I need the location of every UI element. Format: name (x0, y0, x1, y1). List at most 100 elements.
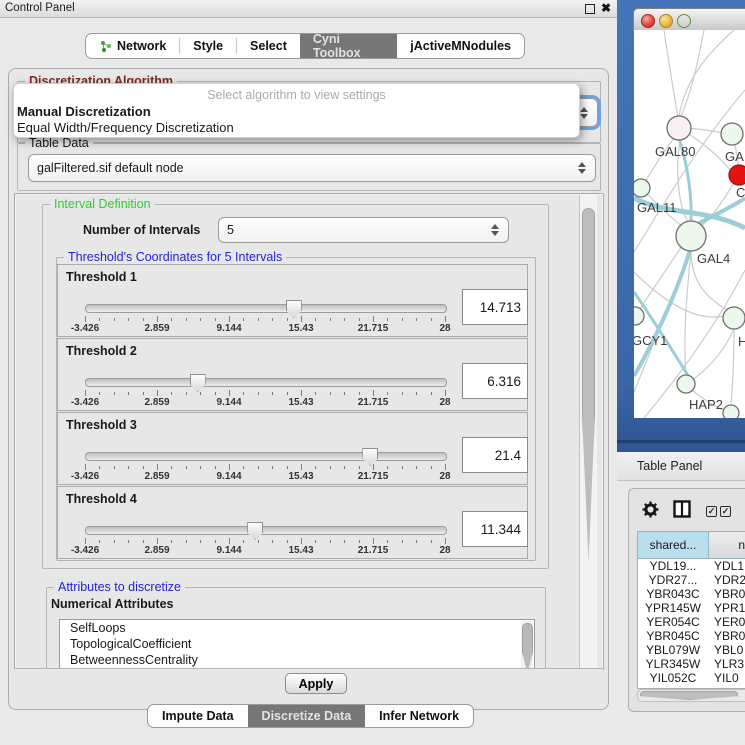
threshold-1-panel: Threshold 1 -3.4262.8599.14415.4321.7152… (57, 264, 528, 337)
apply-button[interactable]: Apply (285, 673, 347, 694)
gear-icon[interactable] (642, 501, 659, 518)
tab-jactivemnodules[interactable]: jActiveMNodules (397, 34, 524, 58)
list-item[interactable]: TopologicalCoefficient (60, 636, 534, 652)
interval-definition-group: Interval Definition Number of Intervals … (42, 204, 549, 569)
column-header-shared[interactable]: shared... (638, 532, 709, 558)
scrollbar-thumb[interactable] (582, 208, 595, 562)
number-of-intervals-select[interactable]: 5 (218, 217, 509, 243)
cell-shared-name[interactable]: YLR345W (638, 657, 708, 671)
split-columns-icon[interactable] (673, 500, 691, 518)
column-header-name[interactable]: n (709, 532, 745, 558)
slider-track (85, 526, 447, 535)
cell-shared-name[interactable]: YDR27... (638, 573, 708, 587)
control-panel-window: Control Panel ✖ Network Style Select Cyn… (0, 0, 617, 745)
table-toolbar: ✓ ✓ (629, 489, 745, 529)
svg-text:GAL80: GAL80 (655, 144, 695, 159)
close-icon[interactable]: ✖ (601, 1, 611, 15)
cell-name[interactable]: YPR1 (708, 601, 745, 615)
cell-shared-name[interactable]: YBL079W (638, 643, 708, 657)
cell-shared-name[interactable]: YBR043C (638, 587, 708, 601)
checkbox-icon[interactable]: ✓ (720, 506, 731, 517)
table-body: YDL19...YDL1YDR27...YDR2YBR043CYBR0YPR14… (638, 559, 745, 685)
tab-cyni-toolbox[interactable]: Cyni Toolbox (300, 34, 397, 58)
slider-tick-labels: -3.4262.8599.14415.4321.71528 (85, 323, 445, 334)
float-window-icon[interactable] (585, 4, 595, 14)
slider-tick-labels: -3.4262.8599.14415.4321.71528 (85, 397, 445, 408)
cell-name[interactable]: YDL1 (708, 559, 745, 573)
list-item[interactable]: BetweennessCentrality (60, 652, 534, 668)
threshold-3-slider[interactable]: -3.4262.8599.14415.4321.71528 (85, 447, 445, 481)
minimize-traffic-light-icon[interactable] (659, 14, 673, 28)
tab-style[interactable]: Style (180, 34, 236, 58)
cell-name[interactable]: YBL0 (708, 643, 745, 657)
threshold-4-panel: Threshold 4 -3.4262.8599.14415.4321.7152… (57, 486, 528, 559)
network-node-gal80[interactable] (667, 116, 691, 140)
cell-shared-name[interactable]: YDL19... (638, 559, 708, 573)
table-row[interactable]: YDL19...YDL1 (638, 559, 745, 573)
network-node-selected-red[interactable] (729, 165, 745, 185)
threshold-2-slider[interactable]: -3.4262.8599.14415.4321.71528 (85, 373, 445, 407)
desktop-divider (617, 440, 745, 443)
table-row[interactable]: YER054CYER0 (638, 615, 745, 629)
tab-impute-data[interactable]: Impute Data (148, 705, 248, 727)
network-window-titlebar[interactable] (633, 8, 745, 32)
cell-name[interactable]: YBR0 (708, 587, 745, 601)
network-node-gal11[interactable] (634, 179, 650, 197)
table-row[interactable]: YIL052CYIL0 (638, 671, 745, 685)
cell-name[interactable]: YIL0 (708, 671, 745, 685)
panel-scrollbar[interactable] (579, 195, 597, 668)
threshold-3-value[interactable]: 21.4 (462, 437, 528, 473)
network-node-gcy1[interactable] (634, 307, 644, 325)
table-row[interactable]: YPR145WYPR1 (638, 601, 745, 615)
cell-name[interactable]: YDR2 (708, 573, 745, 587)
network-node-ga[interactable] (721, 123, 743, 145)
slider-track (85, 304, 447, 313)
threshold-1-value[interactable]: 14.713 (462, 289, 528, 325)
cell-shared-name[interactable]: YPR145W (638, 601, 708, 615)
threshold-1-slider[interactable]: -3.4262.8599.14415.4321.71528 (85, 299, 445, 333)
cell-shared-name[interactable]: YIL052C (638, 671, 708, 685)
network-node-bottom[interactable] (723, 405, 739, 418)
checkbox-icon[interactable]: ✓ (706, 506, 717, 517)
numerical-attributes-list[interactable]: SelfLoops TopologicalCoefficient Between… (59, 619, 535, 670)
slider-ticks (85, 390, 445, 397)
tab-infer-network[interactable]: Infer Network (365, 705, 473, 727)
list-scrollbar[interactable] (521, 621, 533, 670)
tab-network[interactable]: Network (86, 34, 179, 58)
tab-discretize-data[interactable]: Discretize Data (248, 705, 366, 727)
threshold-2-value[interactable]: 6.316 (462, 363, 528, 399)
table-row[interactable]: YBR045CYBR0 (638, 629, 745, 643)
zoom-traffic-light-icon[interactable] (677, 14, 691, 28)
scrollbar-thumb[interactable] (640, 691, 738, 700)
cell-name[interactable]: YBR0 (708, 629, 745, 643)
tab-select[interactable]: Select (237, 34, 300, 58)
dropdown-option-manual-discretization[interactable]: Manual Discretization (17, 104, 151, 119)
cell-shared-name[interactable]: YER054C (638, 615, 708, 629)
table-row[interactable]: YDR27...YDR2 (638, 573, 745, 587)
number-of-intervals-label: Number of Intervals (83, 223, 200, 237)
cell-name[interactable]: YER0 (708, 615, 745, 629)
network-node-h[interactable] (723, 307, 745, 329)
table-row[interactable]: YLR345WYLR3 (638, 657, 745, 671)
threshold-4-value[interactable]: 11.344 (462, 511, 528, 547)
list-item[interactable]: SelfLoops (60, 620, 534, 636)
cell-name[interactable]: YLR3 (708, 657, 745, 671)
table-data-select[interactable]: galFiltered.sif default node (28, 154, 596, 182)
node-table: shared... n YDL19...YDL1YDR27...YDR2YBR0… (637, 531, 745, 689)
apply-row: Apply (14, 668, 602, 699)
dropdown-option-equal-width-frequency[interactable]: Equal Width/Frequency Discretization (17, 120, 234, 135)
network-canvas[interactable]: GAL80 GA C GAL11 GAL4 GCY1 H HAP2 (634, 30, 745, 418)
stepper-arrows-icon (578, 161, 588, 175)
table-row[interactable]: YBL079WYBL0 (638, 643, 745, 657)
window-title: Control Panel (5, 2, 75, 14)
table-row[interactable]: YBR043CYBR0 (638, 587, 745, 601)
cell-shared-name[interactable]: YBR045C (638, 629, 708, 643)
table-data-group: Table Data galFiltered.sif default node (17, 143, 601, 191)
table-horizontal-scrollbar[interactable] (637, 689, 745, 702)
network-node-hap2[interactable] (677, 375, 695, 393)
thresholds-group: Threshold's Coordinates for 5 Intervals … (56, 257, 536, 561)
network-node-gal4[interactable] (676, 221, 706, 251)
dropdown-placeholder: Select algorithm to view settings (14, 88, 579, 102)
threshold-4-slider[interactable]: -3.4262.8599.14415.4321.71528 (85, 521, 445, 555)
close-traffic-light-icon[interactable] (641, 14, 655, 28)
